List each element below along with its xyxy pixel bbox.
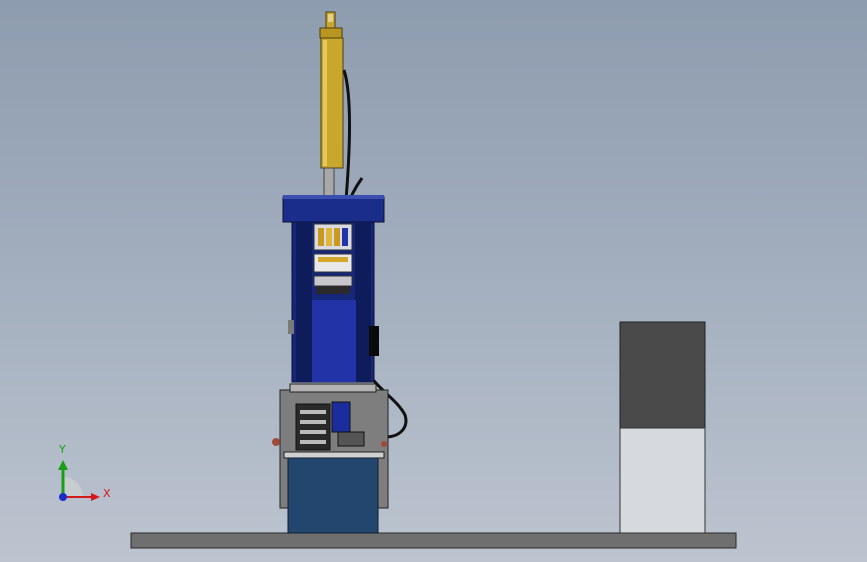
side-cabinet-top (619, 321, 706, 429)
side-cabinet (619, 321, 706, 534)
cad-model-view[interactable] (0, 0, 867, 562)
hydraulic-tank (272, 383, 389, 534)
side-cabinet-bottom (619, 427, 706, 534)
hydraulic-cylinder (319, 11, 344, 197)
base-plate (130, 532, 737, 549)
z-axis-dot (59, 493, 67, 501)
x-axis-label: X (103, 487, 111, 500)
control-panel (313, 223, 353, 294)
coordinate-triad (58, 460, 100, 501)
y-axis-label: Y (59, 443, 66, 456)
graphics-viewport[interactable]: X Y (0, 0, 867, 562)
